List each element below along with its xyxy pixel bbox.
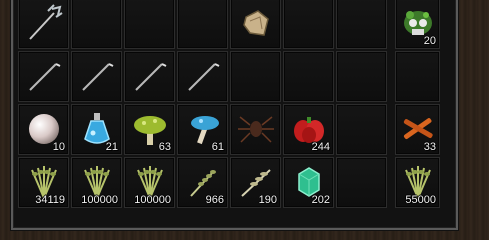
inventory-slot[interactable] bbox=[230, 0, 281, 49]
inventory-slot[interactable] bbox=[124, 0, 175, 49]
item-quantity: 34119 bbox=[35, 194, 65, 206]
item-quantity: 100000 bbox=[81, 194, 118, 206]
inventory-slot[interactable] bbox=[283, 0, 334, 49]
inventory-slot[interactable]: 34119 bbox=[18, 157, 69, 208]
item-quantity: 966 bbox=[205, 194, 224, 206]
rock-chunk-icon bbox=[236, 3, 276, 43]
trident-icon bbox=[24, 3, 64, 43]
item-quantity: 202 bbox=[311, 194, 330, 206]
item-quantity: 244 bbox=[311, 141, 330, 153]
inventory-slot[interactable]: 55000 bbox=[395, 157, 440, 208]
inventory-slot[interactable]: 244 bbox=[283, 104, 334, 155]
fishing-hook-icon bbox=[77, 56, 117, 96]
fishing-hook-icon bbox=[183, 56, 223, 96]
item-quantity: 63 bbox=[158, 141, 171, 153]
item-quantity: 100000 bbox=[134, 194, 171, 206]
inventory-slot[interactable]: 202 bbox=[283, 157, 334, 208]
inventory-slot[interactable]: 21 bbox=[71, 104, 122, 155]
item-quantity: 21 bbox=[105, 141, 118, 153]
inventory-slot[interactable] bbox=[336, 104, 387, 155]
item-quantity: 33 bbox=[423, 141, 436, 153]
inventory-slot[interactable]: 966 bbox=[177, 157, 228, 208]
inventory-slot[interactable]: 63 bbox=[124, 104, 175, 155]
inventory-slot[interactable]: 20 bbox=[395, 0, 440, 49]
inventory-grid: 20 10 21 63 61 244 33 34119 100000 100000 966 190 20… bbox=[18, 0, 447, 221]
inventory-slot[interactable] bbox=[336, 157, 387, 208]
inventory-slot[interactable] bbox=[177, 51, 228, 102]
inventory-slot[interactable] bbox=[18, 51, 69, 102]
inventory-slot[interactable] bbox=[230, 104, 281, 155]
inventory-slot[interactable] bbox=[230, 51, 281, 102]
inventory-slot[interactable]: 100000 bbox=[124, 157, 175, 208]
inventory-slot[interactable] bbox=[395, 51, 440, 102]
inventory-slot[interactable] bbox=[18, 0, 69, 49]
fishing-hook-icon bbox=[24, 56, 64, 96]
inventory-slot[interactable]: 61 bbox=[177, 104, 228, 155]
item-quantity: 10 bbox=[52, 141, 65, 153]
inventory-slot[interactable] bbox=[124, 51, 175, 102]
spider-icon bbox=[236, 109, 276, 149]
inventory-slot[interactable] bbox=[336, 51, 387, 102]
inventory-slot[interactable]: 100000 bbox=[71, 157, 122, 208]
inventory-slot[interactable]: 33 bbox=[395, 104, 440, 155]
item-quantity: 190 bbox=[258, 194, 277, 206]
inventory-slot[interactable]: 10 bbox=[18, 104, 69, 155]
inventory-slot[interactable] bbox=[283, 51, 334, 102]
inventory-slot[interactable] bbox=[177, 0, 228, 49]
inventory-slot[interactable] bbox=[71, 51, 122, 102]
item-quantity: 55000 bbox=[405, 194, 436, 206]
inventory-slot[interactable] bbox=[336, 0, 387, 49]
item-quantity: 61 bbox=[211, 141, 224, 153]
item-quantity: 20 bbox=[423, 35, 436, 47]
inventory-slot[interactable]: 190 bbox=[230, 157, 281, 208]
inventory-slot[interactable] bbox=[71, 0, 122, 49]
fishing-hook-icon bbox=[130, 56, 170, 96]
